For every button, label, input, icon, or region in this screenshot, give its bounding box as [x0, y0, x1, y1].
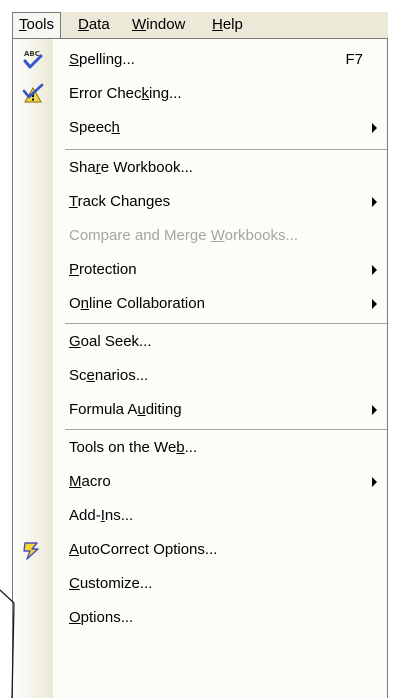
submenu-arrow-icon — [372, 197, 377, 207]
submenu-arrow-icon — [372, 265, 377, 275]
shortcut-text: F7 — [345, 51, 363, 68]
autocorrect-lightning-icon — [23, 542, 39, 560]
error-checking-icon — [22, 83, 44, 103]
menu-tools[interactable]: Tools — [12, 12, 62, 38]
menu-item-protection[interactable]: Protection — [13, 253, 387, 287]
menu-item-label: Customize... — [69, 575, 153, 592]
menu-help[interactable]: Help — [206, 12, 249, 38]
menu-item-label: Error Checking... — [69, 85, 182, 102]
tools-menu-dropdown: ABC Spelling... F7 Error Checking... Spe… — [12, 38, 388, 698]
menu-item-error-checking[interactable]: Error Checking... — [13, 77, 387, 111]
menu-item-autocorrect-options[interactable]: AutoCorrect Options... — [13, 533, 387, 567]
menu-item-add-ins[interactable]: Add-Ins... — [13, 499, 387, 533]
menu-item-label: Macro — [69, 473, 111, 490]
menu-item-options[interactable]: Options... — [13, 601, 387, 635]
menu-item-label: AutoCorrect Options... — [69, 541, 218, 558]
menu-item-tools-on-the-web[interactable]: Tools on the Web... — [13, 431, 387, 465]
menu-item-label: Spelling... — [69, 51, 135, 68]
menu-separator — [65, 429, 387, 430]
menu-bar: Tools Data Window Help — [12, 12, 388, 38]
menu-item-label: Scenarios... — [69, 367, 149, 384]
menu-item-customize[interactable]: Customize... — [13, 567, 387, 601]
menu-item-goal-seek[interactable]: Goal Seek... — [13, 325, 387, 359]
svg-text:ABC: ABC — [24, 50, 40, 58]
menu-item-macro[interactable]: Macro — [13, 465, 387, 499]
menu-item-label: Goal Seek... — [69, 333, 152, 350]
menu-item-label: Formula Auditing — [69, 401, 182, 418]
menu-window[interactable]: Window — [126, 12, 191, 38]
menu-item-label: Protection — [69, 261, 137, 278]
menu-data[interactable]: Data — [72, 12, 116, 38]
menu-item-spelling[interactable]: ABC Spelling... F7 — [13, 43, 387, 77]
menu-item-share-workbook[interactable]: Share Workbook... — [13, 151, 387, 185]
menu-item-label: Tools on the Web... — [69, 439, 198, 456]
menu-item-track-changes[interactable]: Track Changes — [13, 185, 387, 219]
menu-item-speech[interactable]: Speech — [13, 111, 387, 145]
menu-item-label: Share Workbook... — [69, 159, 193, 176]
menu-item-label: Compare and Merge Workbooks... — [69, 227, 299, 244]
submenu-arrow-icon — [372, 299, 377, 309]
menu-separator — [65, 149, 387, 150]
menu-item-label: Online Collaboration — [69, 295, 205, 312]
submenu-arrow-icon — [372, 405, 377, 415]
menu-item-scenarios[interactable]: Scenarios... — [13, 359, 387, 393]
menu-item-label: Speech — [69, 119, 120, 136]
menu-item-formula-auditing[interactable]: Formula Auditing — [13, 393, 387, 427]
menu-item-label: Options... — [69, 609, 134, 626]
menu-separator — [65, 323, 387, 324]
menu-item-online-collaboration[interactable]: Online Collaboration — [13, 287, 387, 321]
menu-item-label: Add-Ins... — [69, 507, 134, 524]
submenu-arrow-icon — [372, 123, 377, 133]
spelling-abc-check-icon: ABC — [23, 50, 43, 69]
menu-item-compare-merge: Compare and Merge Workbooks... — [13, 219, 387, 253]
menu-item-label: Track Changes — [69, 193, 171, 210]
submenu-arrow-icon — [372, 477, 377, 487]
